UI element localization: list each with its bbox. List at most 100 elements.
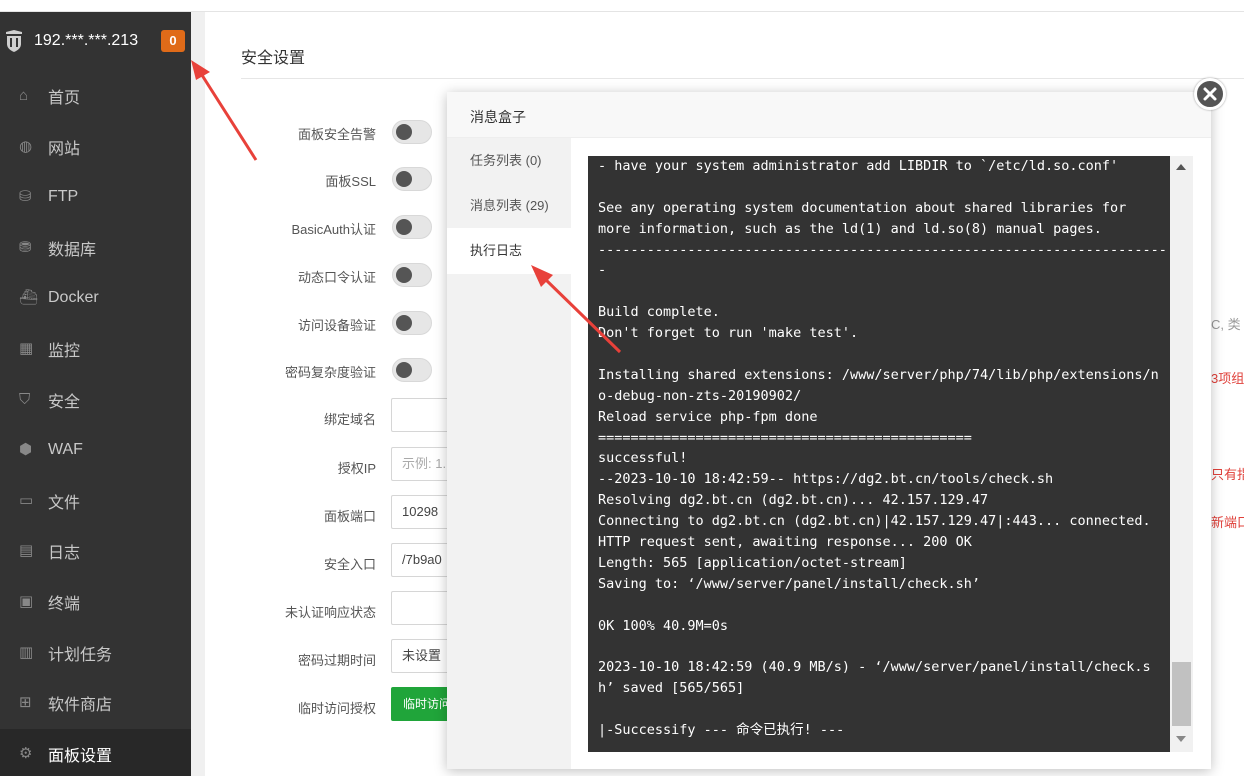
setting-label: 绑定域名 bbox=[323, 412, 376, 427]
log-line: See any operating system documentation a… bbox=[598, 199, 1127, 216]
setting-label: 安全入口 bbox=[323, 557, 376, 572]
ftp-icon: ⛁ bbox=[19, 188, 32, 206]
scroll-thumb[interactable] bbox=[1172, 662, 1191, 726]
setting-hint-text: 3项组 bbox=[1211, 371, 1244, 386]
setting-toggle[interactable] bbox=[392, 167, 432, 191]
log-line: Build complete. bbox=[598, 304, 720, 321]
sidebar-item-label: 计划任务 bbox=[48, 646, 113, 664]
sidebar-item-6[interactable]: ⛉ 安全 bbox=[0, 375, 191, 425]
log-line: 0K 100% 40.9M=0s bbox=[598, 617, 729, 634]
server-shield-icon bbox=[6, 30, 22, 52]
sidebar-item-0[interactable]: ⌂ 首页 bbox=[0, 71, 191, 121]
toggle-knob bbox=[396, 124, 412, 140]
sidebar-item-7[interactable]: ⬢ WAF bbox=[0, 425, 191, 475]
toggle-knob bbox=[396, 362, 412, 378]
toggle-knob bbox=[396, 315, 412, 331]
setting-toggle[interactable] bbox=[392, 263, 432, 287]
log-line: Reload service php-fpm done bbox=[598, 408, 818, 425]
sidebar-item-3[interactable]: ⛃ 数据库 bbox=[0, 223, 191, 273]
sidebar-item-label: 软件商店 bbox=[48, 697, 113, 715]
log-line: more information, such as the ld(1) and … bbox=[598, 220, 1102, 237]
setting-toggle[interactable] bbox=[392, 311, 432, 335]
log-line: Length: 565 [application/octet-stream] bbox=[598, 554, 907, 571]
scroll-down-arrow-icon[interactable] bbox=[1176, 736, 1186, 742]
sidebar-item-9[interactable]: ▤ 日志 bbox=[0, 526, 191, 576]
setting-toggle[interactable] bbox=[392, 120, 432, 144]
modal-tab-2[interactable]: 执行日志 bbox=[447, 228, 571, 274]
sidebar-item-5[interactable]: ▦ 监控 bbox=[0, 324, 191, 374]
docker-icon: ⛴ bbox=[19, 289, 39, 307]
calendar-icon: ▥ bbox=[19, 643, 34, 661]
toggle-knob bbox=[396, 171, 412, 187]
setting-label: 动态口令认证 bbox=[297, 270, 376, 285]
log-line: h’ saved [565/565] bbox=[598, 680, 745, 697]
setting-label: 面板安全告警 bbox=[297, 127, 376, 142]
sidebar-item-12[interactable]: ⊞ 软件商店 bbox=[0, 678, 191, 728]
setting-label: 密码复杂度验证 bbox=[284, 365, 376, 380]
log-line: - have your system administrator add LIB… bbox=[598, 158, 1119, 174]
setting-label: BasicAuth认证 bbox=[291, 222, 376, 237]
setting-toggle[interactable] bbox=[392, 358, 432, 382]
sidebar-item-label: 安全 bbox=[48, 393, 81, 411]
globe-icon: ◍ bbox=[19, 137, 33, 155]
log-line: ========================================… bbox=[598, 429, 972, 446]
setting-label: 密码过期时间 bbox=[297, 653, 376, 668]
setting-label: 访问设备验证 bbox=[297, 318, 376, 333]
modal-tab-0[interactable]: 任务列表 (0) bbox=[447, 138, 571, 184]
setting-hint-text: C, 类 bbox=[1211, 317, 1241, 332]
log-line: |-Successify --- 命令已执行! --- bbox=[598, 722, 845, 739]
toggle-knob bbox=[396, 267, 412, 283]
log-line: Connecting to dg2.bt.cn (dg2.bt.cn)|42.1… bbox=[598, 513, 1151, 530]
log-line: Resolving dg2.bt.cn (dg2.bt.cn)... 42.15… bbox=[598, 492, 989, 509]
sidebar-item-label: FTP bbox=[48, 188, 79, 206]
sidebar-item-13[interactable]: ⚙ 面板设置 bbox=[0, 728, 191, 776]
sidebar-item-label: 日志 bbox=[48, 545, 81, 563]
sidebar-item-2[interactable]: ⛁ FTP bbox=[0, 172, 191, 222]
log-line: ----------------------------------------… bbox=[598, 241, 1167, 258]
log-scrollbar[interactable] bbox=[1170, 156, 1193, 752]
sidebar-item-label: 网站 bbox=[48, 140, 81, 158]
setting-label: 临时访问授权 bbox=[297, 701, 376, 716]
setting-label: 授权IP bbox=[337, 461, 376, 476]
setting-hint-text: 只有指 bbox=[1211, 467, 1244, 482]
scroll-up-arrow-icon[interactable] bbox=[1176, 164, 1186, 170]
log-line: 2023-10-10 18:42:59 (40.9 MB/s) - ‘/www/… bbox=[598, 659, 1151, 676]
sidebar-item-label: 终端 bbox=[48, 596, 81, 613]
apps-icon: ⊞ bbox=[19, 694, 32, 712]
sidebar: 192.***.***.213 0 ⌂ 首页 ◍ 网站 ⛁ FTP ⛃ 数据库 ⛴ Docker ▦… bbox=[0, 12, 191, 776]
top-strip bbox=[0, 0, 1244, 12]
gear-icon: ⚙ bbox=[19, 744, 33, 762]
close-icon bbox=[1203, 87, 1217, 101]
sidebar-item-label: 首页 bbox=[48, 90, 81, 107]
sidebar-item-10[interactable]: ▣ 终端 bbox=[0, 577, 191, 627]
modal-close-button[interactable] bbox=[1194, 78, 1226, 110]
log-line: o-debug-non-zts-20190902/ bbox=[598, 387, 802, 404]
sidebar-item-8[interactable]: ▭ 文件 bbox=[0, 476, 191, 526]
monitor-icon: ▦ bbox=[19, 340, 34, 357]
log-icon: ▤ bbox=[19, 542, 34, 560]
sidebar-item-label: 数据库 bbox=[48, 241, 97, 259]
modal-tab-1[interactable]: 消息列表 (29) bbox=[447, 183, 571, 229]
setting-toggle[interactable] bbox=[392, 215, 432, 239]
message-box-modal: 消息盒子 任务列表 (0) 消息列表 (29) 执行日志 - have your s… bbox=[447, 92, 1211, 769]
server-ip[interactable]: 192.***.***.213 bbox=[34, 32, 138, 50]
toggle-knob bbox=[396, 219, 412, 235]
execution-log-console[interactable]: - have your system administrator add LIB… bbox=[588, 156, 1170, 752]
log-line: Saving to: ‘/www/server/panel/install/ch… bbox=[598, 575, 981, 592]
sidebar-item-label: WAF bbox=[48, 441, 83, 459]
notice-badge[interactable]: 0 bbox=[161, 30, 185, 52]
sidebar-item-4[interactable]: ⛴ Docker bbox=[0, 273, 191, 323]
sidebar-item-1[interactable]: ◍ 网站 bbox=[0, 122, 191, 172]
log-line: - bbox=[598, 262, 607, 279]
title-divider bbox=[241, 78, 1244, 79]
log-line: Installing shared extensions: /www/serve… bbox=[598, 366, 1159, 383]
setting-label: 面板SSL bbox=[325, 174, 376, 189]
sidebar-item-11[interactable]: ▥ 计划任务 bbox=[0, 628, 191, 678]
log-text: - have your system administrator add LIB… bbox=[598, 156, 1167, 741]
